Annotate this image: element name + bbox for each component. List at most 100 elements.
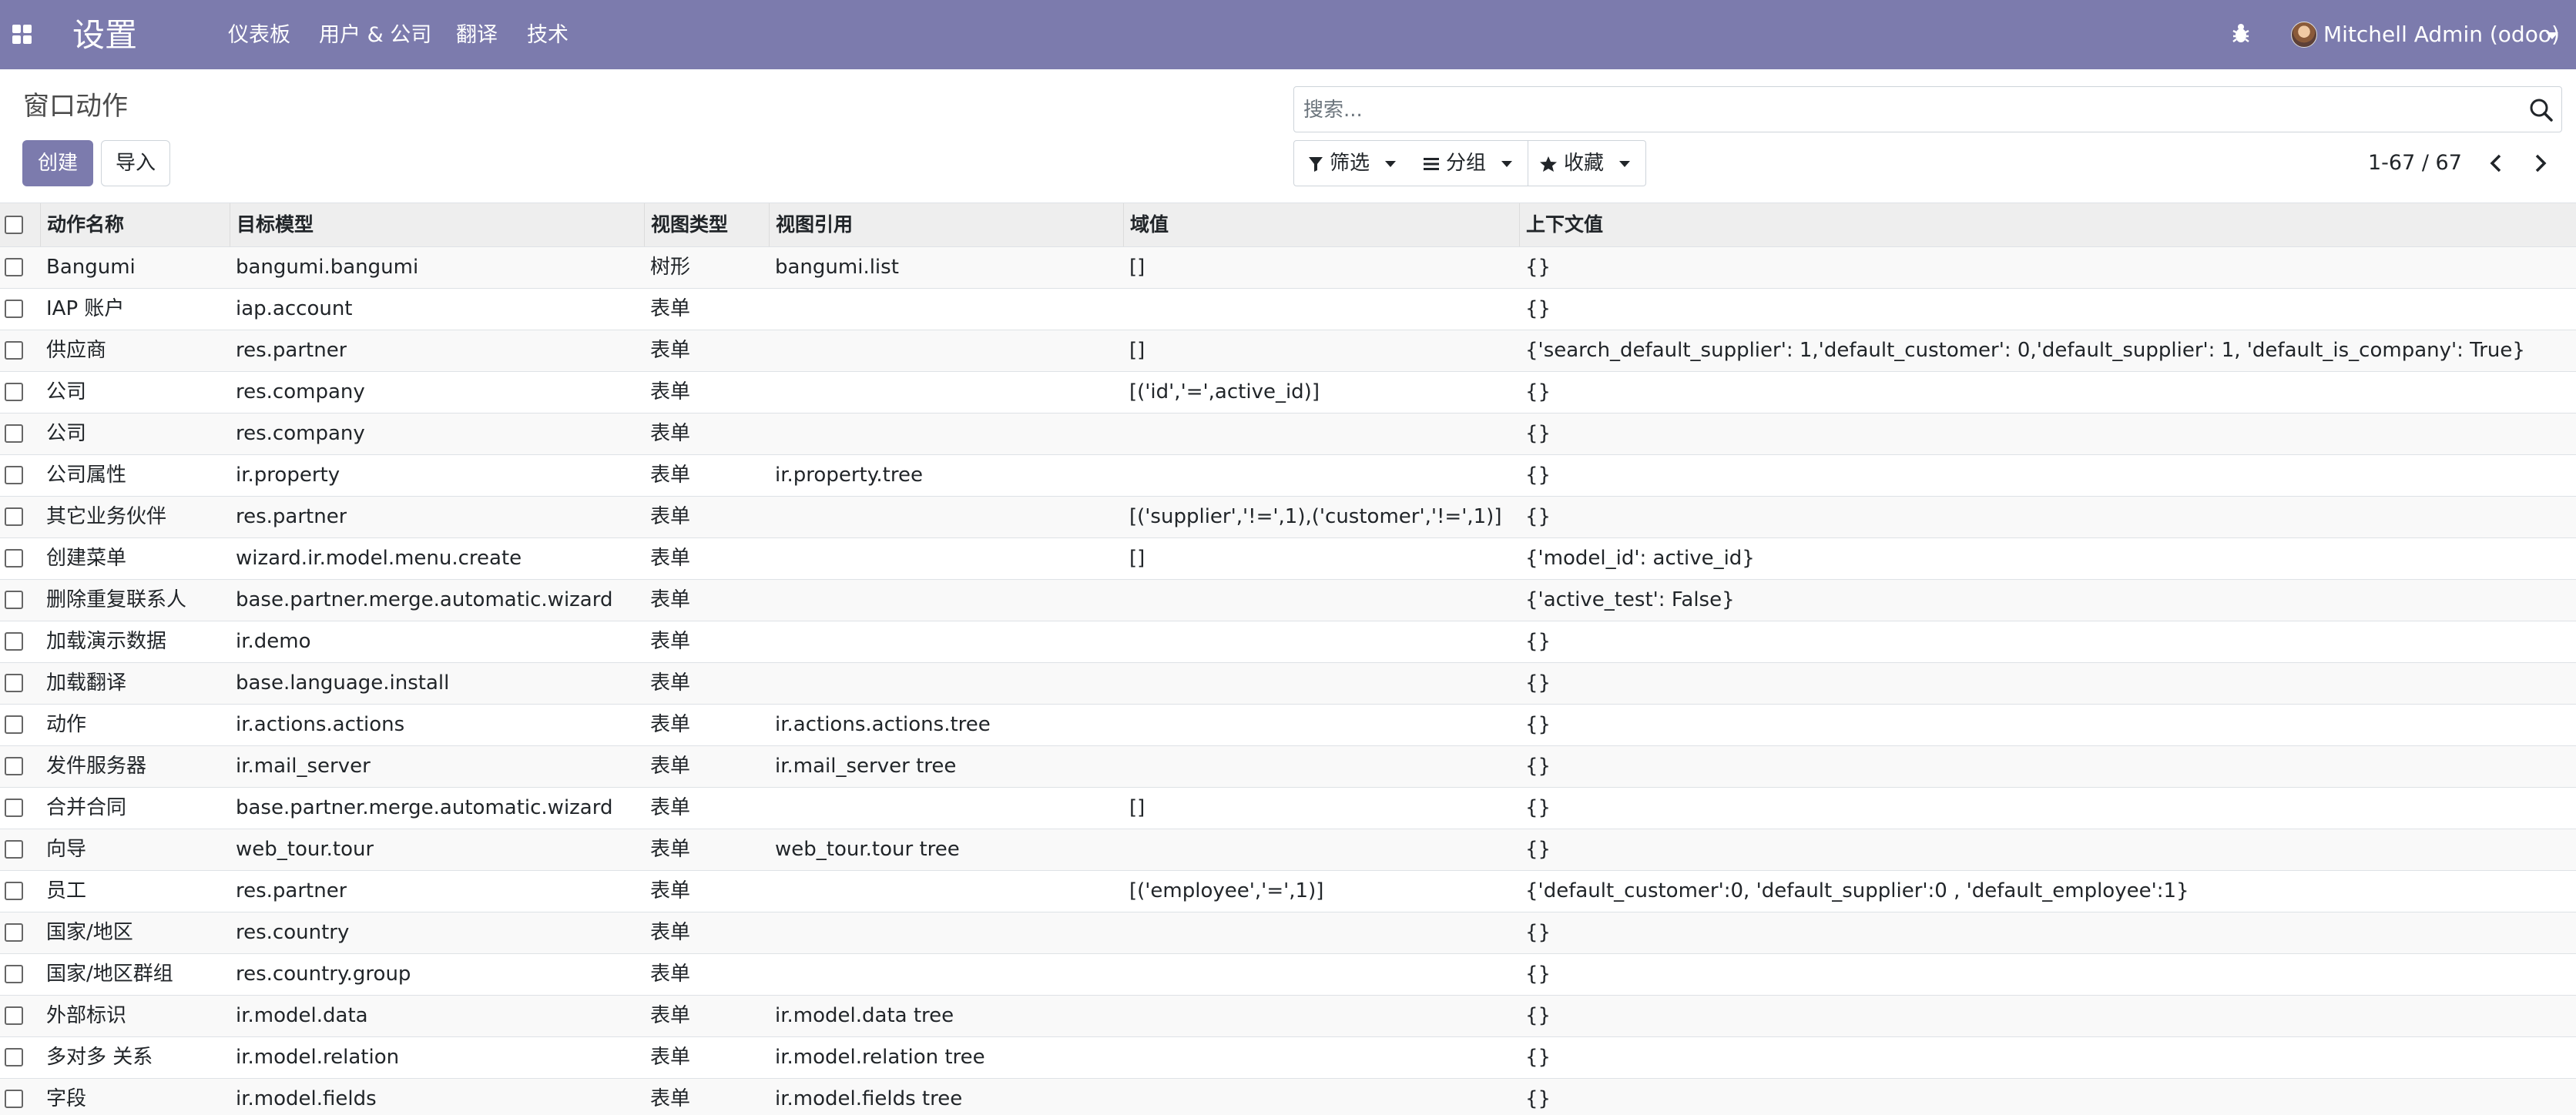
- table-row[interactable]: 公司 res.company 表单 {}: [0, 414, 2576, 455]
- menu-translations[interactable]: 翻译: [456, 22, 498, 49]
- cell-view-ref: ir.model.data tree: [775, 1004, 954, 1027]
- row-checkbox[interactable]: [5, 715, 23, 734]
- table-row[interactable]: 加载演示数据 ir.demo 表单 {}: [0, 621, 2576, 663]
- column-header-target-model[interactable]: 目标模型: [230, 203, 644, 246]
- column-header-view-ref[interactable]: 视图引用: [769, 203, 1123, 246]
- cell-target-model: ir.model.relation: [236, 1046, 400, 1069]
- table-row[interactable]: 国家/地区群组 res.country.group 表单 {}: [0, 954, 2576, 996]
- row-checkbox[interactable]: [5, 1090, 23, 1108]
- menu-dashboard[interactable]: 仪表板: [228, 22, 290, 49]
- cell-context: {}: [1525, 838, 1551, 861]
- cell-domain: []: [1129, 256, 1145, 279]
- cell-action-name: 国家/地区群组: [46, 963, 173, 986]
- table-row[interactable]: 字段 ir.model.fields 表单 ir.model.fields tree {…: [0, 1079, 2576, 1115]
- cell-view-type: 表单: [650, 339, 691, 362]
- table-row[interactable]: 供应商 res.partner 表单 [] {'search_default_suppl…: [0, 330, 2576, 372]
- table-row[interactable]: Bangumi bangumi.bangumi 树形 bangumi.list [] {}: [0, 247, 2576, 289]
- filter-button[interactable]: 筛选: [1293, 140, 1411, 186]
- row-checkbox[interactable]: [5, 424, 23, 443]
- table-row[interactable]: 删除重复联系人 base.partner.merge.automatic.wiza…: [0, 580, 2576, 621]
- table-row[interactable]: 员工 res.partner 表单 [('employee','=',1)] {'def…: [0, 871, 2576, 912]
- cell-context: {'search_default_supplier': 1,'default_c…: [1525, 339, 2525, 362]
- search-input[interactable]: [1302, 93, 2507, 127]
- favorites-button[interactable]: 收藏: [1528, 140, 1646, 186]
- cell-action-name: 外部标识: [46, 1004, 127, 1027]
- group-by-button[interactable]: 分组: [1410, 140, 1528, 186]
- row-checkbox[interactable]: [5, 549, 23, 568]
- cell-view-type: 树形: [650, 256, 691, 279]
- cell-target-model: ir.mail_server: [236, 755, 371, 778]
- cell-context: {'default_customer':0, 'default_supplier…: [1525, 879, 2189, 902]
- cell-view-type: 表单: [650, 630, 691, 653]
- row-checkbox[interactable]: [5, 882, 23, 900]
- create-button[interactable]: 创建: [22, 140, 93, 186]
- cell-target-model: ir.actions.actions: [236, 713, 405, 736]
- cell-view-ref: ir.model.fields tree: [775, 1087, 963, 1110]
- table-row[interactable]: 动作 ir.actions.actions 表单 ir.actions.actions…: [0, 705, 2576, 746]
- menu-users-companies[interactable]: 用户 & 公司: [319, 22, 431, 49]
- page-title: 窗口动作: [23, 91, 128, 122]
- row-checkbox[interactable]: [5, 383, 23, 401]
- table-row[interactable]: 外部标识 ir.model.data 表单 ir.model.data tree {}: [0, 996, 2576, 1037]
- column-header-action-name[interactable]: 动作名称: [40, 203, 230, 246]
- table-row[interactable]: 公司 res.company 表单 [('id','=',active_id)] {}: [0, 372, 2576, 414]
- cell-view-type: 表单: [650, 1087, 691, 1110]
- column-header-domain[interactable]: 域值: [1123, 203, 1519, 246]
- row-checkbox[interactable]: [5, 674, 23, 692]
- cell-view-type: 表单: [650, 422, 691, 445]
- row-checkbox[interactable]: [5, 507, 23, 526]
- user-menu-name[interactable]: Mitchell Admin (odoo): [2323, 20, 2560, 49]
- cell-action-name: 删除重复联系人: [46, 588, 187, 611]
- column-header-context[interactable]: 上下文值: [1519, 203, 2576, 246]
- apps-grid-icon[interactable]: [12, 25, 34, 45]
- cell-target-model: base.partner.merge.automatic.wizard: [236, 796, 613, 819]
- table-row[interactable]: IAP 账户 iap.account 表单 {}: [0, 289, 2576, 330]
- chevron-left-icon[interactable]: [2485, 151, 2508, 176]
- table-row[interactable]: 国家/地区 res.country 表单 {}: [0, 912, 2576, 954]
- row-checkbox[interactable]: [5, 300, 23, 318]
- cell-action-name: 向导: [46, 838, 87, 861]
- row-checkbox[interactable]: [5, 632, 23, 651]
- cell-context: {}: [1525, 630, 1551, 653]
- row-checkbox[interactable]: [5, 923, 23, 942]
- cell-view-type: 表单: [650, 547, 691, 570]
- debug-bug-icon[interactable]: [2231, 22, 2251, 52]
- row-checkbox[interactable]: [5, 1006, 23, 1025]
- table-row[interactable]: 创建菜单 wizard.ir.model.menu.create 表单 [] {'mod…: [0, 538, 2576, 580]
- chevron-right-icon[interactable]: [2528, 151, 2551, 176]
- table-row[interactable]: 发件服务器 ir.mail_server 表单 ir.mail_server tree…: [0, 746, 2576, 788]
- table-row[interactable]: 合并合同 base.partner.merge.automatic.wizard 表…: [0, 788, 2576, 829]
- search-icon[interactable]: [2527, 96, 2555, 124]
- import-button[interactable]: 导入: [101, 140, 170, 186]
- cell-action-name: 创建菜单: [46, 547, 127, 570]
- pager-value[interactable]: 1-67 / 67: [2368, 148, 2462, 179]
- cell-action-name: 发件服务器: [46, 755, 147, 778]
- chevron-down-icon[interactable]: [2546, 32, 2558, 39]
- table-row[interactable]: 向导 web_tour.tour 表单 web_tour.tour tree {}: [0, 829, 2576, 871]
- cell-action-name: 加载演示数据: [46, 630, 167, 653]
- cell-target-model: res.country: [236, 921, 350, 944]
- row-checkbox[interactable]: [5, 799, 23, 817]
- row-checkbox[interactable]: [5, 757, 23, 775]
- row-checkbox[interactable]: [5, 258, 23, 276]
- table-row[interactable]: 公司属性 ir.property 表单 ir.property.tree {}: [0, 455, 2576, 497]
- favorites-label: 收藏: [1564, 152, 1605, 175]
- row-checkbox[interactable]: [5, 965, 23, 983]
- user-avatar[interactable]: [2291, 22, 2317, 48]
- table-row[interactable]: 其它业务伙伴 res.partner 表单 [('supplier','!=',1),…: [0, 497, 2576, 538]
- cell-target-model: ir.demo: [236, 630, 311, 653]
- filter-label: 筛选: [1330, 152, 1370, 175]
- row-checkbox[interactable]: [5, 591, 23, 609]
- column-header-view-type[interactable]: 视图类型: [644, 203, 769, 246]
- row-checkbox[interactable]: [5, 1048, 23, 1066]
- table-row[interactable]: 多对多 关系 ir.model.relation 表单 ir.model.relati…: [0, 1037, 2576, 1079]
- row-checkbox[interactable]: [5, 341, 23, 360]
- row-checkbox[interactable]: [5, 466, 23, 484]
- table-row[interactable]: 加载翻译 base.language.install 表单 {}: [0, 663, 2576, 705]
- menu-technical[interactable]: 技术: [527, 22, 569, 49]
- row-checkbox[interactable]: [5, 840, 23, 859]
- search-bar: [1293, 86, 2562, 132]
- select-all-checkbox[interactable]: [5, 216, 23, 234]
- app-title[interactable]: 设置: [72, 14, 137, 57]
- cell-target-model: ir.property: [236, 464, 340, 487]
